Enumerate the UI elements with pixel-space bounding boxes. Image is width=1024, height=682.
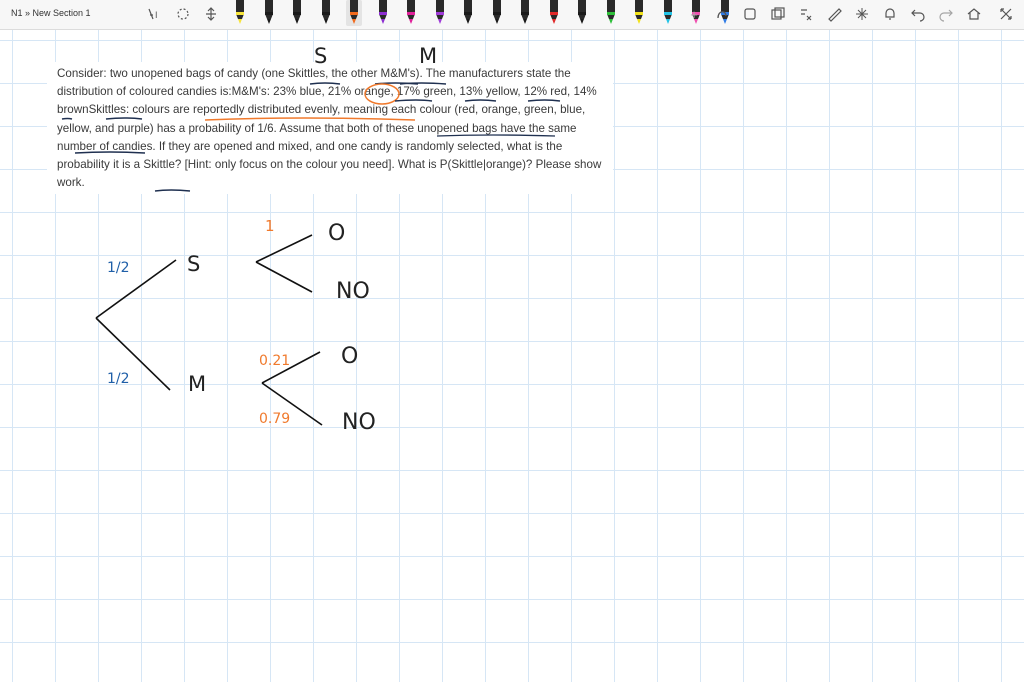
ink-leaf-no-2: NO [342,410,376,435]
ink-underline-orange [204,117,416,121]
branch-s-no [255,261,313,293]
ink-prob-m-orange: 0.21 [259,353,290,369]
ink-header-s: S [314,44,327,68]
ink-underline [399,82,447,85]
branch-s-o [255,234,313,263]
ink-leaf-no-1: NO [336,279,370,304]
ink-underline [309,82,341,85]
ink-underline [527,99,561,102]
ink-canvas[interactable]: S M 1/2 1/2 S M 1 0.21 0.79 O NO O NO [0,0,1024,682]
ink-header-m: M [419,44,437,68]
ink-prob-half-m: 1/2 [107,371,130,387]
svg-text:1/2: 1/2 [107,260,130,276]
ink-underline [61,117,73,120]
ink-underline [105,117,143,120]
ink-prob-s-orange: 1 [265,217,275,235]
ink-prob-m-not-orange: 0.79 [259,411,290,427]
ink-underline [436,134,556,137]
svg-text:1/2: 1/2 [107,371,130,387]
ink-leaf-o-2: O [341,344,358,369]
ink-underline [394,99,433,102]
ink-underline [74,151,146,154]
ink-leaf-o-1: O [328,221,345,246]
ink-node-m: M [188,372,206,396]
ink-node-s: S [187,252,200,276]
ink-underline [154,189,191,192]
ink-underline [464,99,497,102]
ink-prob-half-s: 1/2 [107,260,130,276]
ink-circle-21-percent [364,83,400,105]
